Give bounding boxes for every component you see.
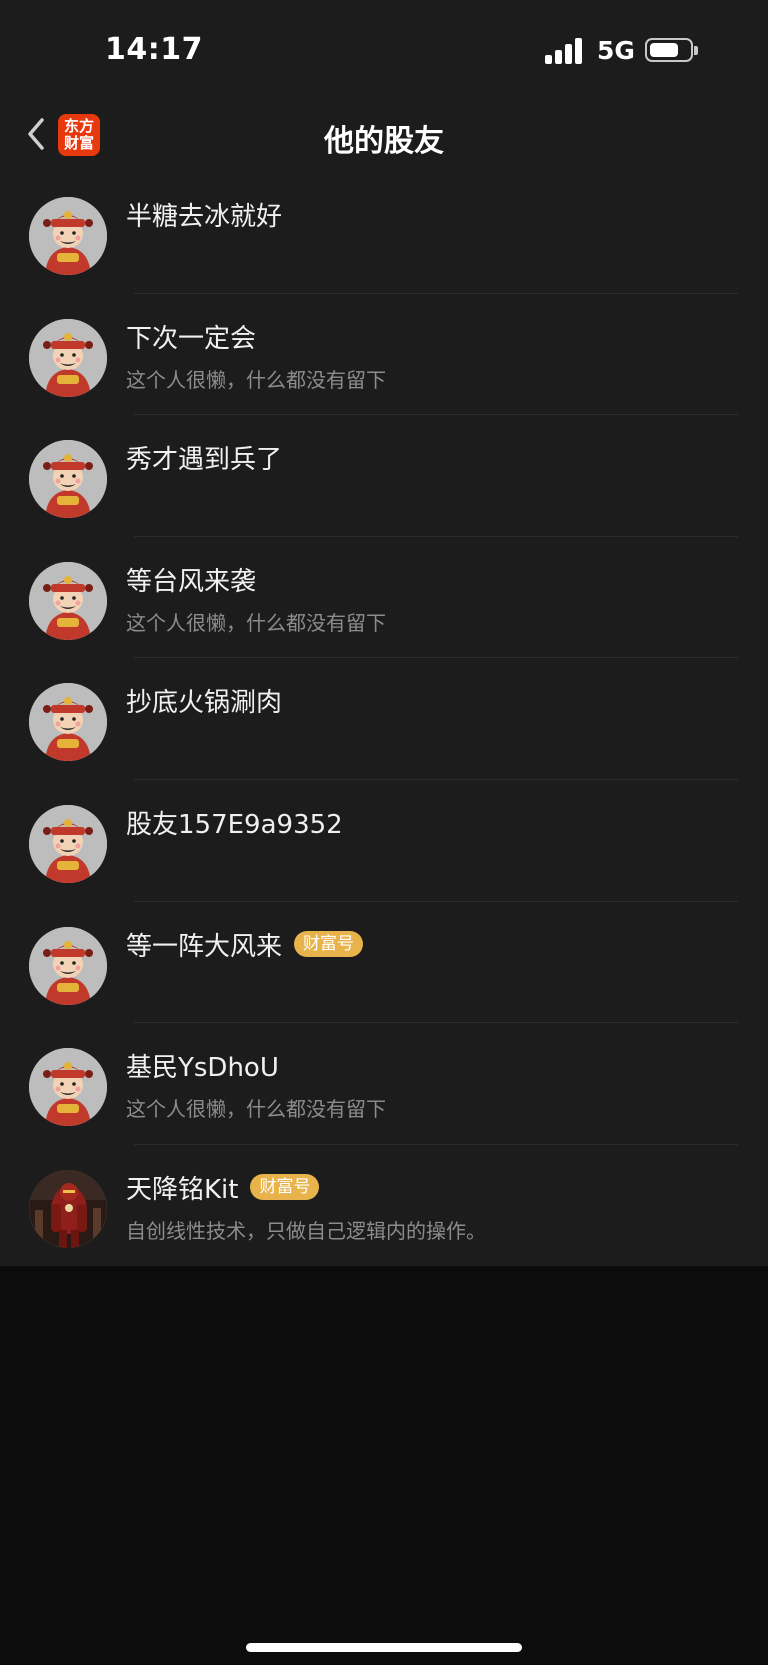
user-list-item[interactable]: 等一阵大风来 财富号 <box>0 902 768 1024</box>
user-bio: 这个人很懒，什么都没有留下 <box>126 1097 386 1122</box>
avatar[interactable] <box>29 197 107 275</box>
user-list-item[interactable]: 股友157E9a9352 <box>0 780 768 902</box>
avatar[interactable] <box>29 804 107 883</box>
user-name: 等台风来袭 <box>126 566 257 597</box>
avatar[interactable] <box>29 1169 107 1248</box>
avatar[interactable] <box>29 561 107 640</box>
red-armor-photo-icon <box>29 1169 107 1248</box>
avatar[interactable] <box>29 318 107 397</box>
status-bar: 14:17 5G <box>0 0 768 100</box>
signal-icon <box>545 38 585 64</box>
caishen-icon <box>29 1048 107 1127</box>
user-list-item[interactable]: 下次一定会这个人很懒，什么都没有留下 <box>0 294 768 416</box>
user-list-item[interactable]: 天降铭Kit 财富号自创线性技术，只做自己逻辑内的操作。 <box>0 1145 768 1267</box>
user-name: 天降铭Kit <box>126 1174 239 1205</box>
user-list-item[interactable]: 等台风来袭这个人很懒，什么都没有留下 <box>0 537 768 659</box>
caishen-icon <box>29 440 107 519</box>
caifuhao-badge: 财富号 <box>294 931 364 958</box>
user-name-line: 抄底火锅涮肉 <box>126 682 282 719</box>
network-type: 5G <box>597 36 635 65</box>
user-name: 股友157E9a9352 <box>126 809 343 840</box>
user-list-item[interactable]: 秀才遇到兵了 <box>0 415 768 537</box>
home-indicator[interactable] <box>246 1643 522 1652</box>
avatar[interactable] <box>29 440 107 519</box>
avatar[interactable] <box>29 1048 107 1127</box>
user-list-item[interactable]: 半糖去冰就好 <box>0 172 768 294</box>
caishen-icon <box>29 683 107 762</box>
status-time: 14:17 <box>105 32 203 67</box>
user-name: 等一阵大风来 <box>126 931 283 962</box>
user-list-item[interactable]: 抄底火锅涮肉 <box>0 658 768 780</box>
battery-icon <box>645 38 698 62</box>
caishen-icon <box>29 197 107 275</box>
caishen-icon <box>29 561 107 640</box>
avatar[interactable] <box>29 926 107 1005</box>
user-name-line: 天降铭Kit 财富号 <box>126 1169 320 1206</box>
navigation-bar: 东方 财富 他的股友 <box>0 100 768 172</box>
user-name: 半糖去冰就好 <box>126 202 283 232</box>
user-name-line: 等一阵大风来 财富号 <box>126 926 364 963</box>
user-name-line: 基民YsDhoU <box>126 1047 279 1084</box>
caifuhao-badge: 财富号 <box>250 1174 320 1201</box>
user-list-item[interactable]: 基民YsDhoU 这个人很懒，什么都没有留下 <box>0 1023 768 1145</box>
friend-list: 半糖去冰就好 下次一定会 这个人很懒，什么都没有留下 秀才遇到兵了 等台风来袭 这个… <box>0 172 768 1267</box>
user-name: 秀才遇到兵了 <box>126 445 283 476</box>
caishen-icon <box>29 804 107 883</box>
user-name: 基民YsDhoU <box>126 1053 279 1084</box>
user-name-line: 下次一定会 <box>126 318 256 355</box>
user-name: 抄底火锅涮肉 <box>126 688 283 719</box>
page-title: 他的股友 <box>324 124 444 159</box>
header-area: 14:17 5G 东方 财富 他的股友 <box>0 0 768 172</box>
user-name-line: 等台风来袭 <box>126 561 256 598</box>
user-name: 下次一定会 <box>126 323 257 354</box>
user-bio: 这个人很懒，什么都没有留下 <box>126 367 386 392</box>
user-name-line: 半糖去冰就好 <box>126 196 282 233</box>
user-bio: 这个人很懒，什么都没有留下 <box>126 610 386 635</box>
user-name-line: 股友157E9a9352 <box>126 804 343 841</box>
user-name-line: 秀才遇到兵了 <box>126 439 282 476</box>
caishen-icon <box>29 926 107 1005</box>
caishen-icon <box>29 318 107 397</box>
avatar[interactable] <box>29 683 107 762</box>
user-bio: 自创线性技术，只做自己逻辑内的操作。 <box>126 1218 486 1243</box>
